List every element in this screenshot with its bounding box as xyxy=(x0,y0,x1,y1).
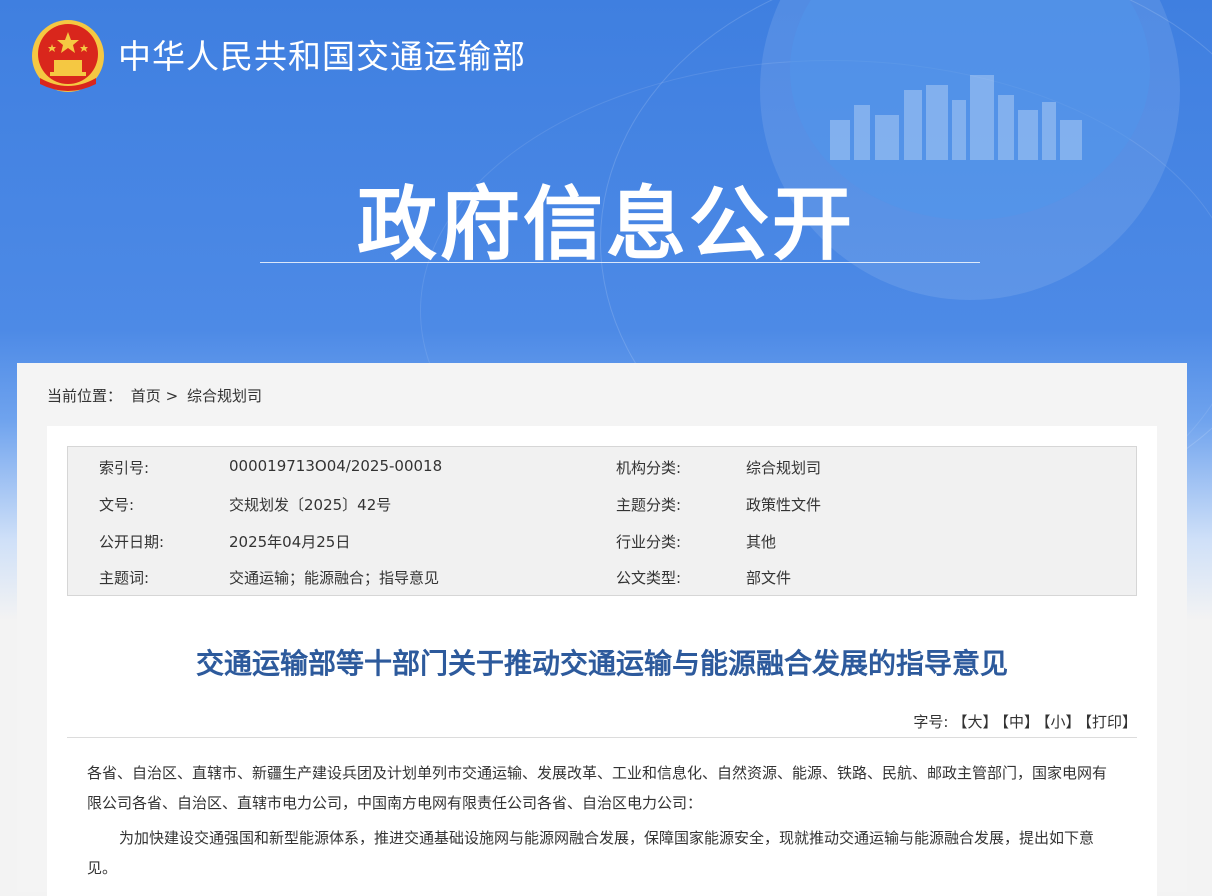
title-underline xyxy=(260,262,980,263)
font-size-label: 字号: xyxy=(913,713,949,731)
breadcrumb-current-link[interactable]: 综合规划司 xyxy=(187,387,262,405)
article-title: 交通运输部等十部门关于推动交通运输与能源融合发展的指导意见 xyxy=(195,647,1008,680)
doc-number-value: 交规划发〔2025〕42号 xyxy=(229,496,392,514)
font-size-toolbar: 字号: 【大】 【中】 【小】 【打印】 xyxy=(909,711,1137,732)
industry-label: 行业分类: xyxy=(616,533,682,551)
index-value: 000019713O04/2025-00018 xyxy=(229,457,443,475)
font-small-button[interactable]: 【小】 xyxy=(1043,713,1081,731)
article-paragraph-recipients: 各省、自治区、直辖市、新疆生产建设兵团及计划单列市交通运输、发展改革、工业和信息… xyxy=(87,764,1108,812)
org-value: 综合规划司 xyxy=(746,459,822,477)
font-medium-button[interactable]: 【中】 xyxy=(1001,713,1039,731)
breadcrumb-home-link[interactable]: 首页 xyxy=(131,387,161,405)
site-name[interactable]: 中华人民共和国交通运输部 xyxy=(118,30,526,78)
divider xyxy=(67,737,1137,738)
section-title: 政府信息公开 xyxy=(357,178,855,271)
city-skyline-icon xyxy=(830,75,1082,160)
font-large-button[interactable]: 【大】 xyxy=(952,713,997,731)
publish-date-label: 公开日期: xyxy=(99,533,165,551)
print-button[interactable]: 【打印】 xyxy=(1084,713,1137,731)
publish-date-value: 2025年04月25日 xyxy=(229,533,351,551)
national-emblem-icon[interactable] xyxy=(30,18,106,94)
doc-type-value: 部文件 xyxy=(746,569,792,587)
topic-label: 主题分类: xyxy=(616,496,682,514)
keywords-value: 交通运输；能源融合；指导意见 xyxy=(229,569,440,587)
breadcrumb-separator: > xyxy=(165,387,179,405)
doc-type-label: 公文类型: xyxy=(616,569,682,587)
article-card: 索引号: 000019713O04/2025-00018 机构分类: 综合规划司… xyxy=(47,426,1157,896)
index-label: 索引号: xyxy=(99,459,150,477)
org-label: 机构分类: xyxy=(616,459,682,477)
breadcrumb: 当前位置： 首页 > 综合规划司 xyxy=(47,385,262,406)
main-container: 当前位置： 首页 > 综合规划司 索引号: 000019713O04/2025-… xyxy=(17,363,1187,896)
breadcrumb-label: 当前位置： xyxy=(47,387,123,405)
industry-value: 其他 xyxy=(746,533,777,551)
topic-value: 政策性文件 xyxy=(746,496,822,514)
keywords-label: 主题词: xyxy=(99,569,150,587)
doc-number-label: 文号: xyxy=(99,496,135,514)
metadata-table: 索引号: 000019713O04/2025-00018 机构分类: 综合规划司… xyxy=(67,446,1137,596)
article-paragraph-intro: 为加快建设交通强国和新型能源体系，推进交通基础设施网与能源网融合发展，保障国家能… xyxy=(87,829,1095,877)
